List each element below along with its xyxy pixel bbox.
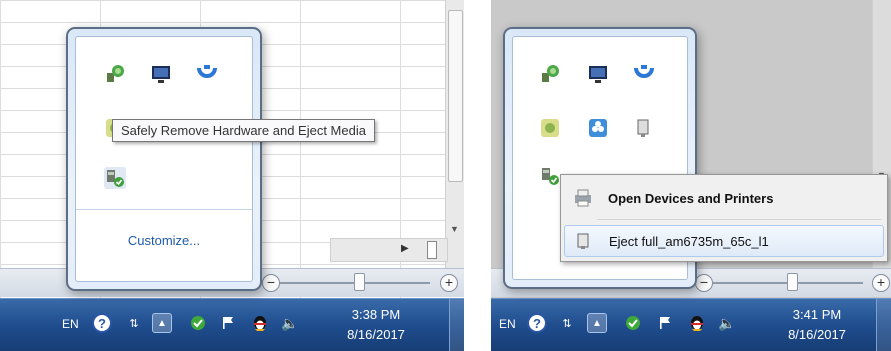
menu-separator [597, 219, 881, 220]
taskbar: EN ? ⇅ ▲ 🔈 3:41 PM 8/16/2017 [491, 298, 891, 351]
language-indicator[interactable]: EN [499, 317, 516, 331]
show-hidden-icons-button[interactable]: ▲ [587, 313, 607, 333]
clock-date: 8/16/2017 [788, 327, 846, 342]
zoom-in-button[interactable]: + [872, 274, 890, 292]
volume-icon[interactable]: 🔈 [717, 313, 737, 333]
keyboard-layout-icon[interactable]: ⇅ [557, 313, 577, 333]
clock-time: 3:38 PM [351, 307, 401, 322]
help-icon[interactable]: ? [92, 313, 112, 333]
update-icon[interactable] [539, 117, 561, 139]
action-center-flag-icon[interactable] [218, 313, 238, 333]
flyout-icon-area: Customize... [75, 36, 253, 282]
show-desktop-button[interactable] [449, 299, 464, 351]
network-icon[interactable] [539, 63, 561, 85]
blue-app-icon[interactable] [587, 117, 609, 139]
show-desktop-button[interactable] [876, 299, 891, 351]
menu-item-label: Eject full_am6735m_65c_l1 [609, 233, 769, 249]
clock-date: 8/16/2017 [347, 327, 405, 342]
show-hidden-icons-button[interactable]: ▲ [152, 313, 172, 333]
safely-remove-hardware-icon[interactable] [539, 165, 561, 187]
zoom-out-button[interactable]: − [262, 274, 280, 292]
qq-penguin-icon[interactable] [687, 313, 707, 333]
zoom-slider-thumb[interactable] [354, 273, 365, 291]
tooltip-safely-remove: Safely Remove Hardware and Eject Media [112, 119, 375, 142]
system-clock[interactable]: 3:38 PM 8/16/2017 [336, 305, 416, 345]
vertical-scrollbar[interactable]: ▼ [445, 0, 464, 270]
notification-overflow-flyout: Customize... [66, 27, 262, 291]
language-indicator[interactable]: EN [62, 317, 79, 331]
horizontal-scrollbar[interactable]: ▶ [330, 238, 448, 262]
menu-item-label: Open Devices and Printers [608, 190, 774, 206]
zoom-in-button[interactable]: + [440, 274, 458, 292]
safely-remove-hardware-icon[interactable] [104, 167, 126, 189]
printer-icon [572, 189, 594, 207]
bluetooth-icon[interactable] [633, 63, 655, 85]
clock-time: 3:41 PM [792, 307, 842, 322]
system-clock[interactable]: 3:41 PM 8/16/2017 [777, 305, 857, 345]
shield-app-icon[interactable] [623, 313, 643, 333]
left-screenshot: ▼ ▶ − + EN ? ⇅ ▲ 🔈 3:38 PM 8/16/2017 Cus… [0, 0, 464, 351]
usb-drive-icon [573, 232, 595, 250]
keyboard-layout-icon[interactable]: ⇅ [124, 313, 144, 333]
help-icon[interactable]: ? [527, 313, 547, 333]
scroll-down-arrow-icon[interactable]: ▼ [450, 224, 459, 234]
context-menu: Open Devices and Printers Eject full_am6… [560, 174, 888, 262]
usb-device-icon[interactable] [633, 117, 655, 139]
scrollbar-thumb[interactable] [448, 10, 463, 182]
taskbar: EN ? ⇅ ▲ 🔈 3:38 PM 8/16/2017 [0, 298, 464, 351]
menu-item-eject-device[interactable]: Eject full_am6735m_65c_l1 [564, 225, 884, 257]
right-screenshot: ▼ − + EN ? ⇅ ▲ 🔈 3:41 PM 8/16/2017 [491, 0, 891, 351]
bluetooth-icon[interactable] [196, 63, 218, 85]
menu-item-open-devices[interactable]: Open Devices and Printers [564, 183, 884, 213]
network-icon[interactable] [104, 63, 126, 85]
qq-penguin-icon[interactable] [250, 313, 270, 333]
display-monitor-icon[interactable] [587, 63, 609, 85]
shield-app-icon[interactable] [188, 313, 208, 333]
volume-icon[interactable]: 🔈 [280, 313, 300, 333]
zoom-slider-thumb[interactable] [787, 273, 798, 291]
action-center-flag-icon[interactable] [655, 313, 675, 333]
customize-link[interactable]: Customize... [76, 233, 252, 248]
display-monitor-icon[interactable] [150, 63, 172, 85]
flyout-separator [76, 209, 252, 210]
scrollbar-thumb[interactable] [427, 241, 437, 259]
zoom-out-button[interactable]: − [695, 274, 713, 292]
scroll-right-arrow-icon[interactable]: ▶ [401, 243, 409, 254]
